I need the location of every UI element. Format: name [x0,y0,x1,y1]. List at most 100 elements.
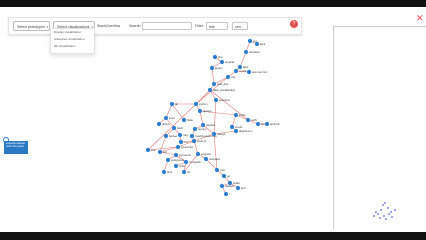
graph-node-label: ios [261,122,265,126]
graph-node-label: linux [169,116,175,120]
graph-node-label: node.js [197,139,207,143]
graph-node[interactable] [191,138,197,144]
minimap-point [385,218,387,220]
minimap-point [383,215,385,217]
graph-node[interactable] [171,125,177,131]
graph-node-label: php [218,55,223,59]
graph-node-label: typescript [181,145,193,149]
network-graph[interactable]: pytjavawindowsphpangularjquery ajaxmysql a… [0,0,426,240]
graph-node-label: c++ [184,140,189,144]
graph-node-label: go [227,174,231,178]
graph-node[interactable] [192,126,198,132]
graph-node-label: sql [163,150,167,154]
minimap-point [380,209,382,211]
graph-node-label: perl [241,186,246,190]
graph-node-label: github [162,122,170,126]
minimap-point [387,207,389,209]
graph-node[interactable] [173,163,179,169]
graph-node[interactable] [254,41,260,47]
graph-node[interactable] [195,151,201,157]
graph-node-label: sql-server [179,153,191,157]
graph-node[interactable] [175,144,181,150]
graph-node[interactable] [181,169,187,175]
graph-node-label: windows [249,50,260,54]
graph-node[interactable] [197,108,203,114]
graph-node[interactable] [246,69,252,75]
graph-node-label: docker [169,134,177,138]
graph-node[interactable] [212,54,218,60]
graph-node-label: pandas [206,123,216,127]
minimap-point [373,215,375,217]
graph-node-label: postgresql [171,158,184,162]
graph-node[interactable] [189,133,195,139]
graph-node-label: reactjs [217,132,226,136]
graph-node-label: data_visualization [213,88,236,92]
graph-node[interactable] [223,191,229,197]
graph-node-label: angular [225,60,234,64]
minimap-point [384,202,386,204]
graph-node-label: objective-c [239,129,253,133]
graph-node[interactable] [245,117,251,123]
bottom-frame-bar [0,232,426,240]
minimap-point [394,209,396,211]
graph-node-label: flask [187,118,193,122]
graph-node[interactable] [156,121,162,127]
graph-node-label: ruby [183,133,189,137]
graph-node-label: swift [251,118,257,122]
graph-node[interactable] [225,74,231,80]
graph-node-label: webpack [209,157,221,161]
graph-edge [211,67,215,85]
graph-node[interactable] [209,65,215,71]
graph-edge [213,99,217,135]
minimap-point [388,213,390,215]
graph-node[interactable] [221,173,227,179]
graph-node-label: java [259,42,266,46]
graph-node[interactable] [169,101,175,107]
minimap-point [382,204,384,206]
graph-node[interactable] [203,156,209,162]
graph-node[interactable] [145,147,151,153]
graph-node[interactable] [173,152,179,158]
graph-node-label: mongodb [189,160,201,164]
minimap-point [379,217,381,219]
graph-node[interactable] [213,97,219,103]
graph-node[interactable] [163,115,169,121]
graph-node[interactable] [193,101,199,107]
graph-node[interactable] [178,139,184,145]
graph-node[interactable] [247,38,253,44]
graph-node[interactable] [233,68,239,74]
graph-node[interactable] [211,131,217,137]
graph-node[interactable] [177,132,183,138]
graph-node[interactable] [219,183,225,189]
graph-node-label: git [175,102,178,106]
graph-node[interactable] [214,167,220,173]
graph-node-label: web_dev [217,82,229,86]
minimap-point [390,211,392,213]
graph-node[interactable] [207,87,213,93]
graph-node[interactable] [219,59,225,65]
minimap-point [391,216,393,218]
graph-node-label: html [167,170,173,174]
graph-node-label: c# [187,170,190,174]
graph-node-label: selenium [219,98,231,102]
graph-node[interactable] [181,117,187,123]
graph-node[interactable] [235,185,241,191]
graph-node-label: asp.net-mvc [252,70,268,74]
graph-node[interactable] [264,121,270,127]
graph-node[interactable] [163,133,169,139]
graph-node-label: redis [179,164,186,168]
graph-node[interactable] [255,121,261,127]
graph-node[interactable] [161,169,167,175]
graph-node-label: r [229,192,230,196]
graph-node[interactable] [211,81,217,87]
graph-node-label: scala [233,181,240,185]
graph-node[interactable] [233,128,239,134]
graph-node[interactable] [165,157,171,163]
graph-node[interactable] [233,112,239,118]
graph-node-label: jquery [214,66,223,70]
graph-node-label: mysql [239,69,247,73]
graph-node[interactable] [229,124,235,130]
graph-node[interactable] [157,149,163,155]
graph-node-label: numpy [198,127,207,131]
graph-node[interactable] [243,49,249,55]
